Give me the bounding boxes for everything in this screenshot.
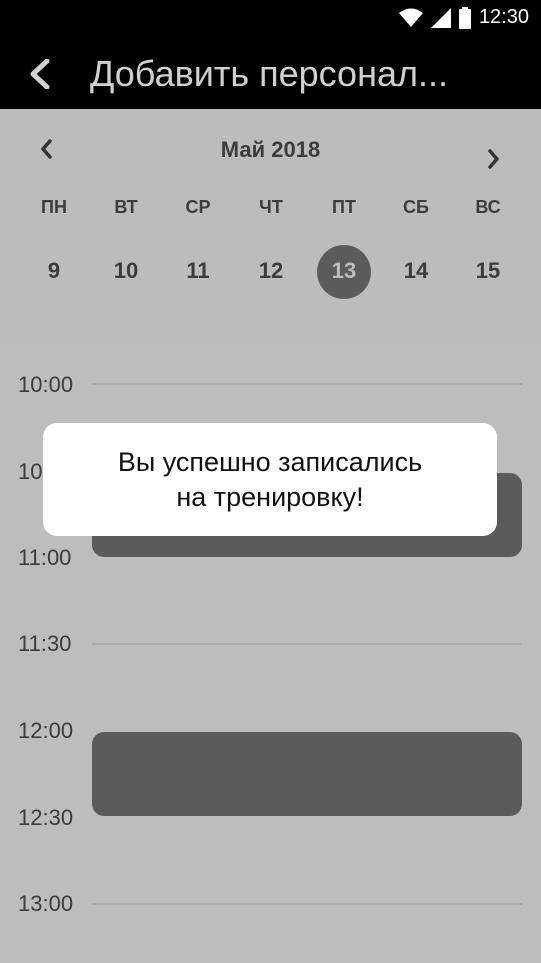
weekday-tue: ВТ: [114, 197, 138, 217]
weekday-mon: ПН: [41, 197, 67, 217]
month-title: Май 2018: [220, 137, 321, 162]
toast-message-line2: на тренировку!: [176, 481, 364, 512]
day-10[interactable]: 10: [96, 258, 156, 284]
time-label: 12:30: [18, 805, 74, 830]
time-gridline: [92, 383, 522, 385]
signal-icon: [430, 7, 451, 28]
toast-message-line1: Вы успешно записались: [117, 446, 423, 477]
weekday-wed: СР: [185, 197, 211, 217]
battery-icon: [458, 6, 471, 29]
app-bar: Добавить персонал...: [0, 38, 541, 109]
next-week-button[interactable]: [480, 145, 508, 173]
day-12[interactable]: 12: [241, 258, 301, 284]
time-gridline: [92, 643, 522, 645]
status-bar: 12:30: [0, 0, 541, 38]
time-label: 11:00: [18, 545, 72, 570]
day-13-selected[interactable]: 13: [314, 258, 374, 284]
booked-session-block[interactable]: [92, 732, 522, 816]
day-9[interactable]: 9: [24, 258, 84, 284]
week-calendar: Май 2018 ПН ВТ СР ЧТ ПТ СБ ВС 9 10 11 12…: [0, 109, 541, 347]
weekday-sat: СБ: [403, 197, 429, 217]
weekday-sun: ВС: [475, 197, 501, 217]
page-title: Добавить персонал...: [90, 53, 448, 94]
wifi-icon: [398, 8, 423, 27]
day-14[interactable]: 14: [386, 258, 446, 284]
back-button[interactable]: [22, 50, 58, 98]
weekday-fri: ПТ: [332, 197, 356, 217]
success-toast: Вы успешно записались на тренировку!: [43, 423, 497, 536]
time-label: 13:00: [18, 891, 74, 916]
time-gridline: [92, 903, 522, 905]
chevron-left-icon: [30, 59, 50, 89]
time-label: 12:00: [18, 718, 74, 743]
chevron-right-icon: [488, 149, 499, 169]
day-11[interactable]: 11: [168, 258, 228, 284]
time-label: 10:00: [18, 372, 74, 397]
status-icons: 12:30: [398, 6, 529, 29]
status-time: 12:30: [478, 6, 529, 28]
weekday-thu: ЧТ: [259, 197, 283, 217]
day-15[interactable]: 15: [458, 258, 518, 284]
time-label: 11:30: [18, 631, 72, 656]
